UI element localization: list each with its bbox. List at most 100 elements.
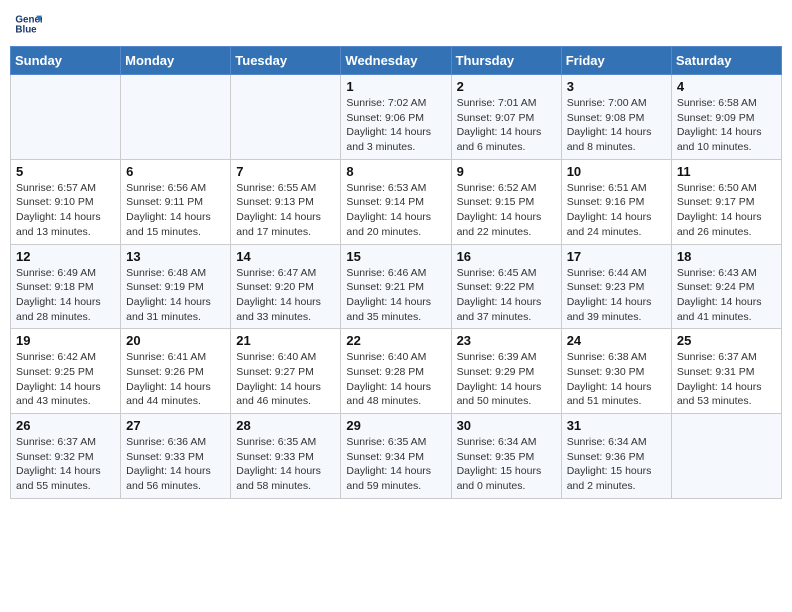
day-info: Sunrise: 6:39 AMSunset: 9:29 PMDaylight:… [457,350,556,409]
page-header: General Blue [10,10,782,38]
header-day: Friday [561,47,671,75]
calendar-body: 1 Sunrise: 7:02 AMSunset: 9:06 PMDaylight… [11,75,782,499]
day-info: Sunrise: 6:44 AMSunset: 9:23 PMDaylight:… [567,266,666,325]
day-number: 1 [346,79,445,94]
day-info: Sunrise: 6:45 AMSunset: 9:22 PMDaylight:… [457,266,556,325]
calendar-day-cell: 24Sunrise: 6:38 AMSunset: 9:30 PMDayligh… [561,329,671,414]
day-info: Sunrise: 6:58 AMSunset: 9:09 PMDaylight:… [677,96,776,155]
calendar-day-cell: 27Sunrise: 6:36 AMSunset: 9:33 PMDayligh… [121,414,231,499]
day-number: 29 [346,418,445,433]
day-info: Sunrise: 6:47 AMSunset: 9:20 PMDaylight:… [236,266,335,325]
calendar-day-cell: 25Sunrise: 6:37 AMSunset: 9:31 PMDayligh… [671,329,781,414]
day-info: Sunrise: 6:57 AMSunset: 9:10 PMDaylight:… [16,181,115,240]
logo: General Blue [14,10,44,38]
calendar-day-cell: 11 Sunrise: 6:50 AMSunset: 9:17 PMDayligh… [671,159,781,244]
day-number: 12 [16,249,115,264]
day-info: Sunrise: 7:00 AMSunset: 9:08 PMDaylight:… [567,96,666,155]
day-number: 16 [457,249,556,264]
day-number: 7 [236,164,335,179]
calendar-day-cell: 13 Sunrise: 6:48 AMSunset: 9:19 PMDayligh… [121,244,231,329]
header-day: Monday [121,47,231,75]
day-info: Sunrise: 7:02 AMSunset: 9:06 PMDaylight:… [346,96,445,155]
day-number: 5 [16,164,115,179]
calendar-day-cell: 15Sunrise: 6:46 AMSunset: 9:21 PMDayligh… [341,244,451,329]
day-number: 14 [236,249,335,264]
calendar-day-cell: 12 Sunrise: 6:49 AMSunset: 9:18 PMDayligh… [11,244,121,329]
day-info: Sunrise: 7:01 AMSunset: 9:07 PMDaylight:… [457,96,556,155]
day-info: Sunrise: 6:50 AMSunset: 9:17 PMDaylight:… [677,181,776,240]
calendar-day-cell [671,414,781,499]
logo-icon: General Blue [14,10,42,38]
day-number: 19 [16,333,115,348]
calendar-day-cell: 7 Sunrise: 6:55 AMSunset: 9:13 PMDaylight… [231,159,341,244]
header-day: Sunday [11,47,121,75]
header-day: Wednesday [341,47,451,75]
day-info: Sunrise: 6:42 AMSunset: 9:25 PMDaylight:… [16,350,115,409]
day-number: 20 [126,333,225,348]
calendar-table: SundayMondayTuesdayWednesdayThursdayFrid… [10,46,782,499]
day-info: Sunrise: 6:43 AMSunset: 9:24 PMDaylight:… [677,266,776,325]
day-number: 11 [677,164,776,179]
day-info: Sunrise: 6:34 AMSunset: 9:36 PMDaylight:… [567,435,666,494]
calendar-day-cell [231,75,341,160]
day-info: Sunrise: 6:46 AMSunset: 9:21 PMDaylight:… [346,266,445,325]
day-number: 30 [457,418,556,433]
day-number: 23 [457,333,556,348]
calendar-day-cell: 10Sunrise: 6:51 AMSunset: 9:16 PMDayligh… [561,159,671,244]
calendar-day-cell: 8 Sunrise: 6:53 AMSunset: 9:14 PMDaylight… [341,159,451,244]
calendar-day-cell: 14 Sunrise: 6:47 AMSunset: 9:20 PMDayligh… [231,244,341,329]
calendar-day-cell [121,75,231,160]
day-info: Sunrise: 6:38 AMSunset: 9:30 PMDaylight:… [567,350,666,409]
calendar-week-row: 1 Sunrise: 7:02 AMSunset: 9:06 PMDaylight… [11,75,782,160]
day-info: Sunrise: 6:49 AMSunset: 9:18 PMDaylight:… [16,266,115,325]
day-number: 6 [126,164,225,179]
calendar-day-cell: 1 Sunrise: 7:02 AMSunset: 9:06 PMDaylight… [341,75,451,160]
header-day: Tuesday [231,47,341,75]
day-number: 9 [457,164,556,179]
day-number: 2 [457,79,556,94]
calendar-day-cell: 4 Sunrise: 6:58 AMSunset: 9:09 PMDaylight… [671,75,781,160]
calendar-day-cell: 21 Sunrise: 6:40 AMSunset: 9:27 PMDayligh… [231,329,341,414]
calendar-day-cell: 20 Sunrise: 6:41 AMSunset: 9:26 PMDayligh… [121,329,231,414]
day-info: Sunrise: 6:35 AMSunset: 9:34 PMDaylight:… [346,435,445,494]
day-number: 27 [126,418,225,433]
day-info: Sunrise: 6:56 AMSunset: 9:11 PMDaylight:… [126,181,225,240]
day-number: 4 [677,79,776,94]
calendar-day-cell: 28Sunrise: 6:35 AMSunset: 9:33 PMDayligh… [231,414,341,499]
day-number: 8 [346,164,445,179]
calendar-week-row: 26 Sunrise: 6:37 AMSunset: 9:32 PMDayligh… [11,414,782,499]
header-day: Thursday [451,47,561,75]
day-info: Sunrise: 6:51 AMSunset: 9:16 PMDaylight:… [567,181,666,240]
calendar-day-cell: 6 Sunrise: 6:56 AMSunset: 9:11 PMDaylight… [121,159,231,244]
calendar-week-row: 19 Sunrise: 6:42 AMSunset: 9:25 PMDayligh… [11,329,782,414]
day-info: Sunrise: 6:40 AMSunset: 9:27 PMDaylight:… [236,350,335,409]
calendar-day-cell: 18Sunrise: 6:43 AMSunset: 9:24 PMDayligh… [671,244,781,329]
day-number: 22 [346,333,445,348]
day-info: Sunrise: 6:55 AMSunset: 9:13 PMDaylight:… [236,181,335,240]
calendar-header: SundayMondayTuesdayWednesdayThursdayFrid… [11,47,782,75]
day-info: Sunrise: 6:41 AMSunset: 9:26 PMDaylight:… [126,350,225,409]
day-number: 3 [567,79,666,94]
calendar-day-cell: 26 Sunrise: 6:37 AMSunset: 9:32 PMDayligh… [11,414,121,499]
calendar-day-cell: 16 Sunrise: 6:45 AMSunset: 9:22 PMDayligh… [451,244,561,329]
day-info: Sunrise: 6:35 AMSunset: 9:33 PMDaylight:… [236,435,335,494]
day-number: 26 [16,418,115,433]
calendar-day-cell: 9 Sunrise: 6:52 AMSunset: 9:15 PMDaylight… [451,159,561,244]
day-info: Sunrise: 6:52 AMSunset: 9:15 PMDaylight:… [457,181,556,240]
header-day: Saturday [671,47,781,75]
day-info: Sunrise: 6:53 AMSunset: 9:14 PMDaylight:… [346,181,445,240]
day-number: 21 [236,333,335,348]
calendar-day-cell: 19 Sunrise: 6:42 AMSunset: 9:25 PMDayligh… [11,329,121,414]
calendar-day-cell [11,75,121,160]
calendar-week-row: 12 Sunrise: 6:49 AMSunset: 9:18 PMDayligh… [11,244,782,329]
calendar-day-cell: 29 Sunrise: 6:35 AMSunset: 9:34 PMDayligh… [341,414,451,499]
day-info: Sunrise: 6:37 AMSunset: 9:32 PMDaylight:… [16,435,115,494]
day-number: 17 [567,249,666,264]
day-number: 13 [126,249,225,264]
day-info: Sunrise: 6:48 AMSunset: 9:19 PMDaylight:… [126,266,225,325]
calendar-day-cell: 2 Sunrise: 7:01 AMSunset: 9:07 PMDaylight… [451,75,561,160]
svg-text:Blue: Blue [15,24,37,35]
calendar-day-cell: 30Sunrise: 6:34 AMSunset: 9:35 PMDayligh… [451,414,561,499]
calendar-day-cell: 17 Sunrise: 6:44 AMSunset: 9:23 PMDayligh… [561,244,671,329]
day-number: 25 [677,333,776,348]
